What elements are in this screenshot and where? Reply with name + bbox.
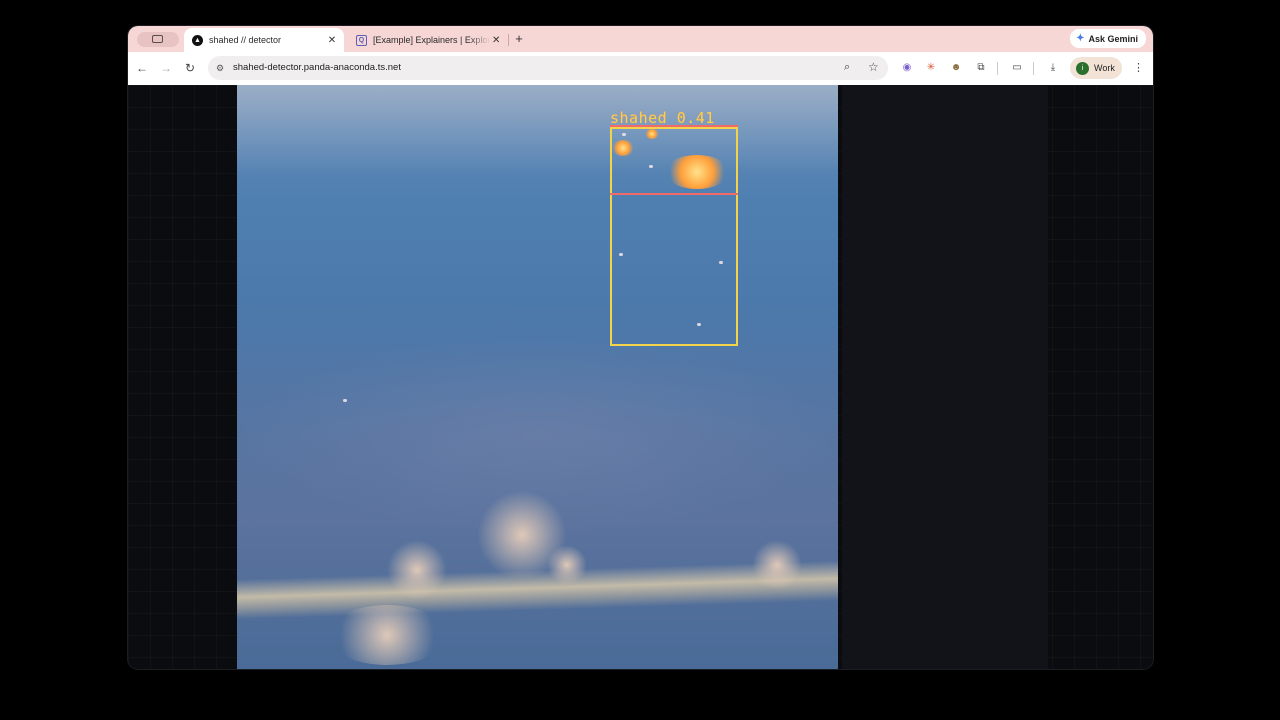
tab-strip: ▲ shahed // detector ✕ Q [Example] Expla… (128, 26, 1153, 52)
tab-title: [Example] Explainers | Explore (373, 35, 491, 45)
extension-shield-icon[interactable]: ◉ (900, 61, 914, 75)
back-button[interactable]: ← (134, 60, 150, 76)
gemini-spark-icon: ✦ (1076, 33, 1085, 44)
detection-bounding-box (610, 127, 738, 346)
forward-button[interactable]: → (158, 60, 174, 76)
close-icon[interactable]: ✕ (326, 35, 338, 46)
profile-label: Work (1094, 63, 1115, 73)
ask-gemini-label: Ask Gemini (1088, 33, 1138, 44)
app-logo-icon: ▲ (192, 34, 203, 46)
tab-shahed-detector[interactable]: ▲ shahed // detector ✕ (184, 28, 344, 52)
browser-window: ▲ shahed // detector ✕ Q [Example] Expla… (128, 26, 1153, 669)
profile-button[interactable]: i Work (1070, 57, 1122, 79)
tab-list-icon (152, 35, 163, 43)
video-frame[interactable]: shahed 0.41 (237, 85, 838, 669)
search-document-icon: Q (356, 34, 367, 46)
tab-search-icon[interactable]: ▭ (1010, 61, 1024, 75)
side-panel (842, 85, 1048, 669)
ask-gemini-button[interactable]: ✦ Ask Gemini (1070, 29, 1146, 48)
tab-title: shahed // detector (209, 35, 282, 45)
bbox-divider-line (610, 193, 738, 195)
download-icon[interactable]: ⤓ (1046, 61, 1060, 75)
page-content: shahed 0.41 (128, 85, 1153, 669)
tab-search-button[interactable] (137, 32, 179, 47)
browser-toolbar: ← → ↻ ⚙ shahed-detector.panda-anaconda.t… (128, 52, 1153, 85)
tree (387, 540, 447, 600)
url-text: shahed-detector.panda-anaconda.ts.net (233, 62, 401, 73)
tree (547, 545, 587, 585)
zoom-icon[interactable]: ⌕ (844, 61, 850, 74)
extension-face-icon[interactable]: ☻ (949, 61, 963, 75)
more-menu-icon[interactable]: ⋮ (1133, 61, 1144, 74)
tree (327, 605, 447, 665)
extension-asterisk-icon[interactable]: ✳ (924, 61, 938, 75)
address-bar[interactable]: ⚙ shahed-detector.panda-anaconda.ts.net … (208, 56, 888, 80)
tab-explainers[interactable]: Q [Example] Explainers | Explore ✕ (348, 28, 508, 52)
bookmark-star-icon[interactable]: ☆ (868, 60, 879, 74)
extensions-puzzle-icon[interactable]: ⧉ (974, 61, 988, 75)
tree (752, 540, 802, 590)
site-info-icon[interactable]: ⚙ (214, 62, 226, 74)
toolbar-divider (1033, 62, 1034, 75)
tab-divider (508, 34, 509, 46)
avatar: i (1076, 61, 1089, 75)
toolbar-divider (997, 62, 998, 75)
sky-haze (237, 85, 838, 175)
detection-label: shahed 0.41 (610, 109, 715, 127)
new-tab-button[interactable]: + (511, 30, 527, 48)
reload-button[interactable]: ↻ (182, 60, 198, 76)
close-icon[interactable]: ✕ (490, 35, 502, 46)
